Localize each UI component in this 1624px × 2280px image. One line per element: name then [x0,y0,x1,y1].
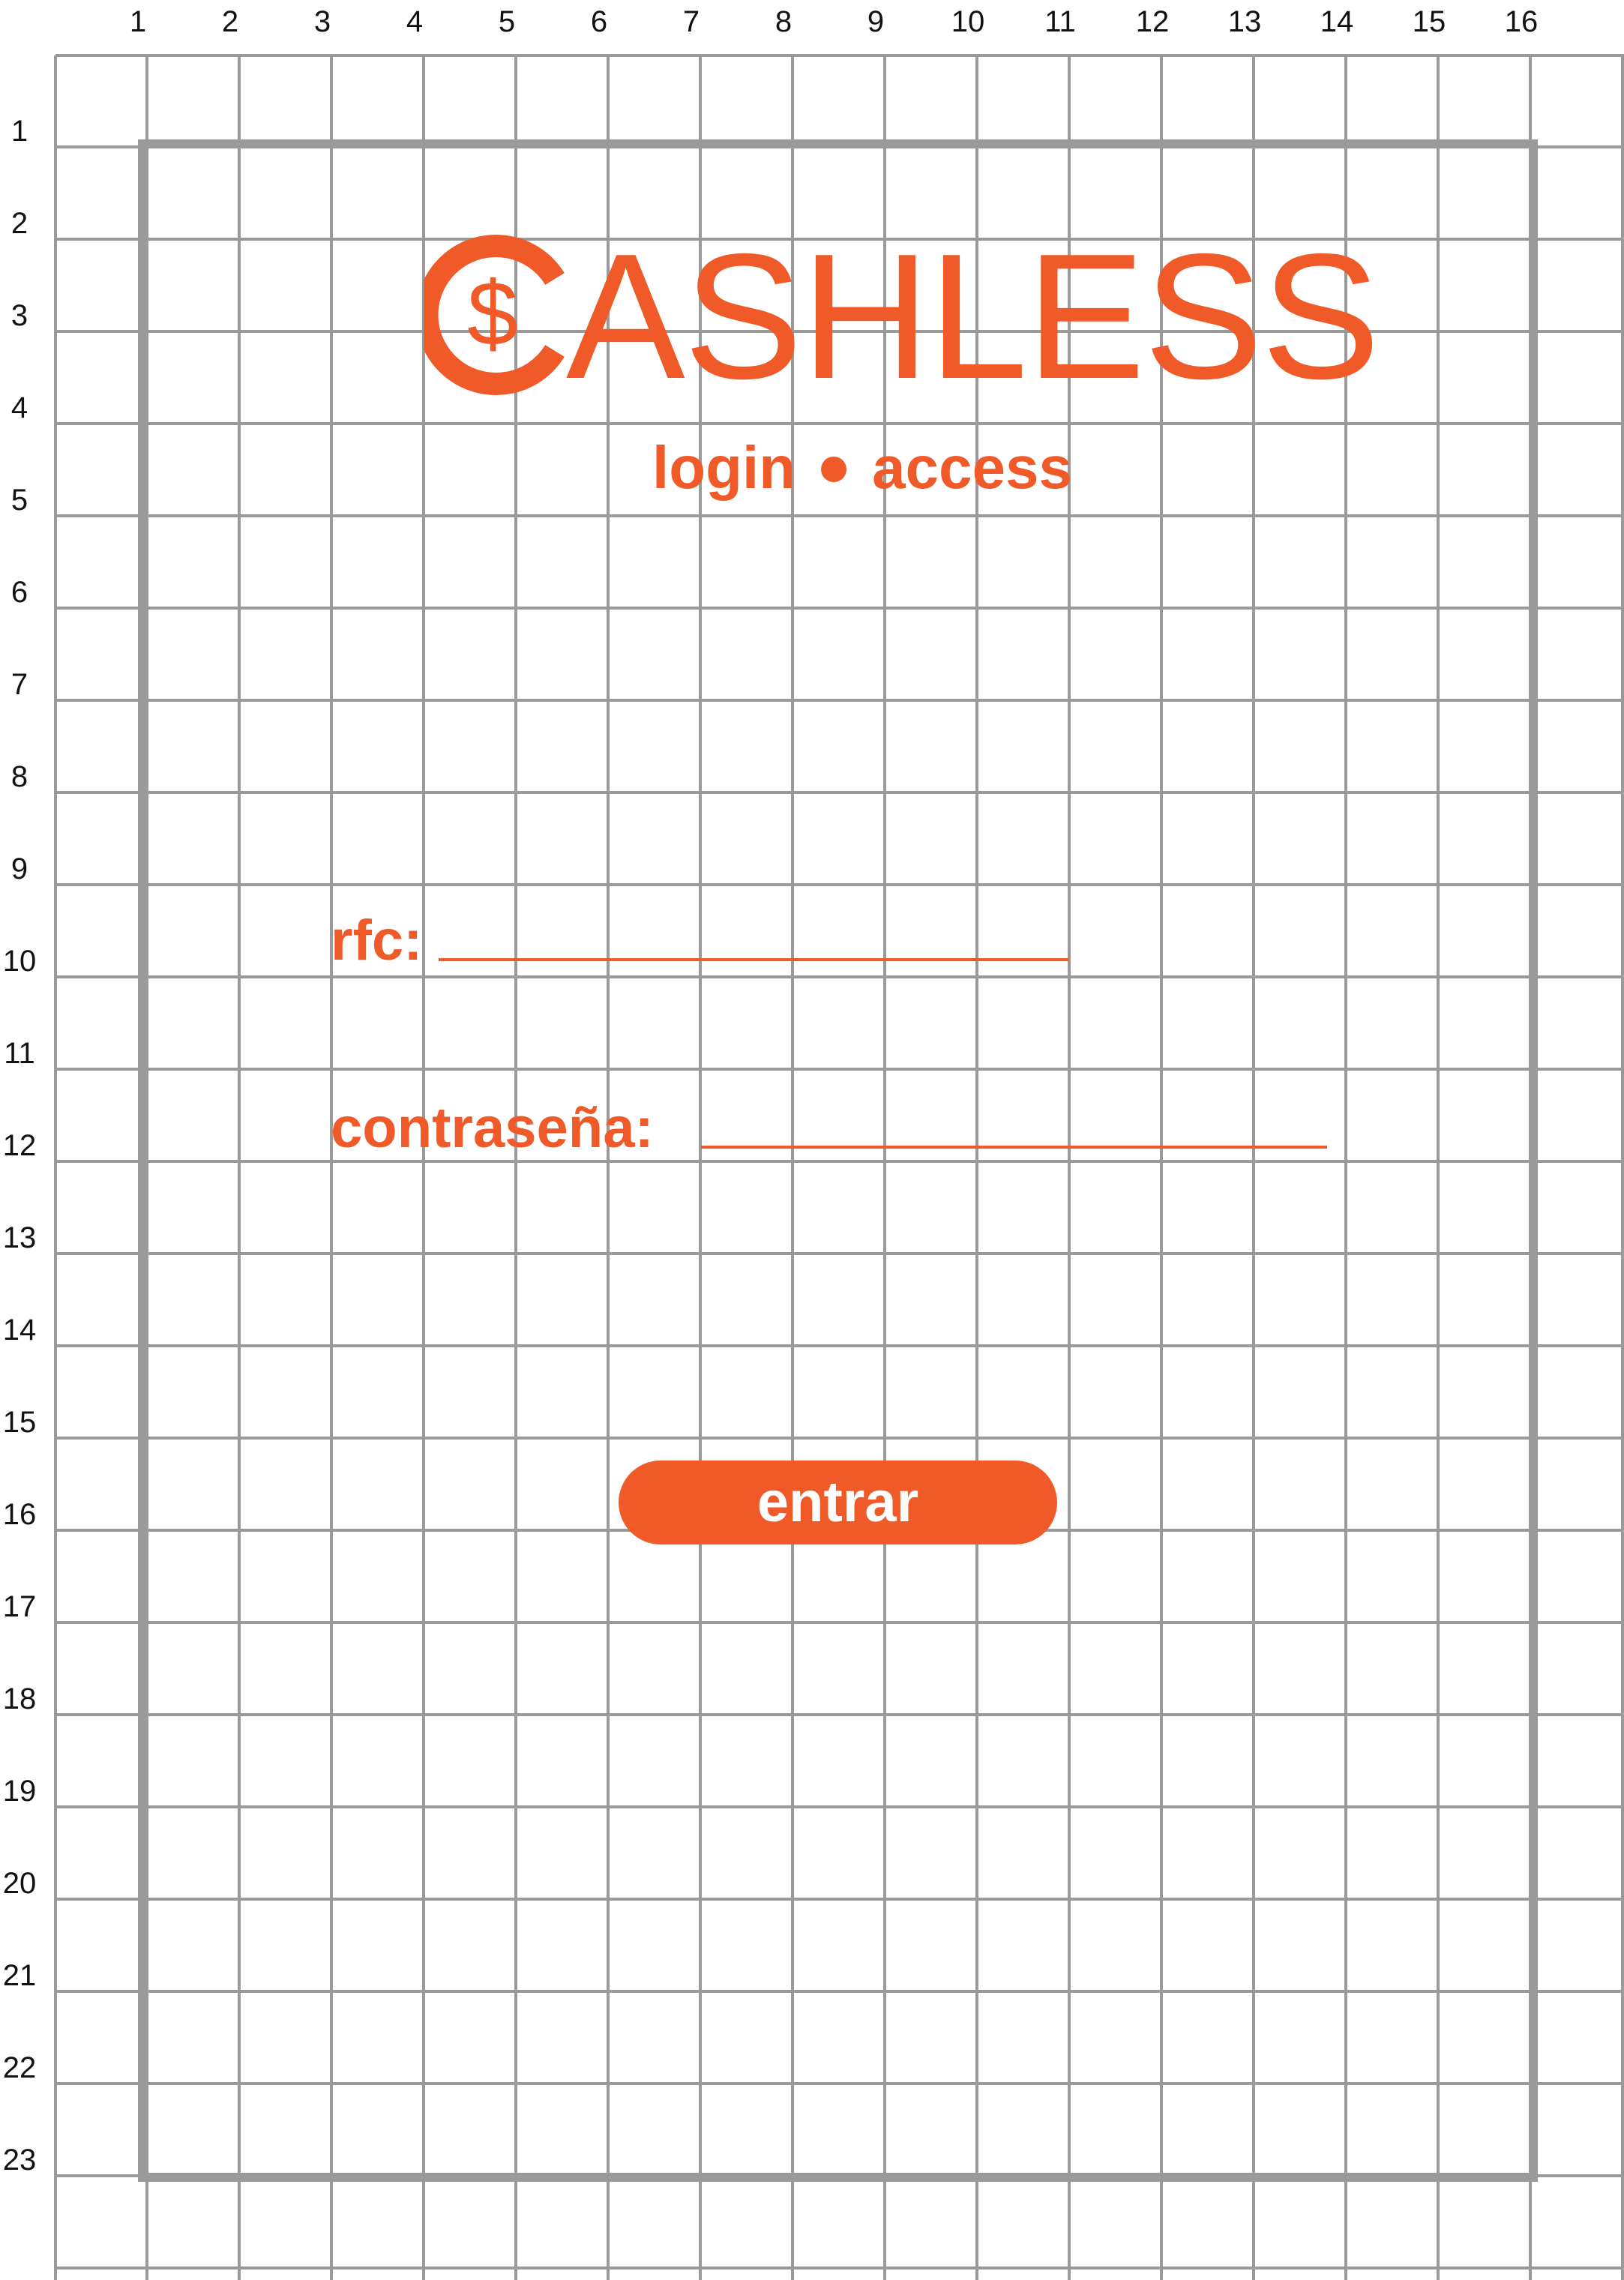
column-number: 12 [1136,5,1170,38]
row-number: 10 [3,945,37,978]
column-number: 5 [499,5,515,38]
row-number: 1 [11,115,28,148]
password-label: contraseña: [331,1096,654,1160]
row-number: 14 [3,1314,37,1347]
column-number: 13 [1228,5,1262,38]
column-number: 9 [867,5,884,38]
password-input[interactable] [701,1114,1327,1149]
bullet-dot-icon [821,456,847,482]
column-number: 4 [406,5,423,38]
column-number: 6 [591,5,607,38]
row-number: 15 [3,1406,37,1439]
row-number: 5 [11,484,28,517]
row-number: 22 [3,2051,37,2084]
row-number: 4 [11,391,28,424]
svg-text:$: $ [467,262,518,364]
row-number: 11 [4,1037,35,1070]
row-number: 23 [3,2144,37,2177]
row-number: 7 [11,668,28,701]
column-number: 3 [314,5,331,38]
row-number: 13 [3,1221,37,1254]
rfc-label: rfc: [331,909,423,972]
row-number: 3 [11,299,28,332]
row-number: 8 [11,760,28,793]
column-number: 7 [683,5,700,38]
row-number: 6 [11,576,28,609]
dollar-c-icon: $ [424,235,565,395]
enter-button[interactable]: entrar [619,1461,1057,1544]
column-number: 14 [1320,5,1354,38]
row-number: 19 [3,1775,37,1808]
row-number: 17 [3,1590,37,1623]
brand-name: ASHLESS [566,217,1380,416]
rfc-input[interactable] [439,927,1068,961]
tagline: login access [652,432,1117,504]
tagline-login: login [652,434,796,501]
tagline-access: access [872,434,1073,501]
column-number: 16 [1505,5,1539,38]
column-number: 10 [951,5,985,38]
row-number: 16 [3,1498,37,1531]
row-number: 20 [3,1867,37,1900]
row-number: 2 [11,207,28,240]
column-number: 1 [130,5,146,38]
column-number: 11 [1044,5,1076,38]
row-number: 12 [3,1129,37,1162]
column-number: 15 [1413,5,1446,38]
column-number: 2 [222,5,238,38]
brand-logo-block: $ ASHLESS [424,228,1380,406]
row-number: 18 [3,1682,37,1715]
row-number: 9 [11,852,28,885]
column-number: 8 [775,5,792,38]
row-number: 21 [3,1959,37,1992]
